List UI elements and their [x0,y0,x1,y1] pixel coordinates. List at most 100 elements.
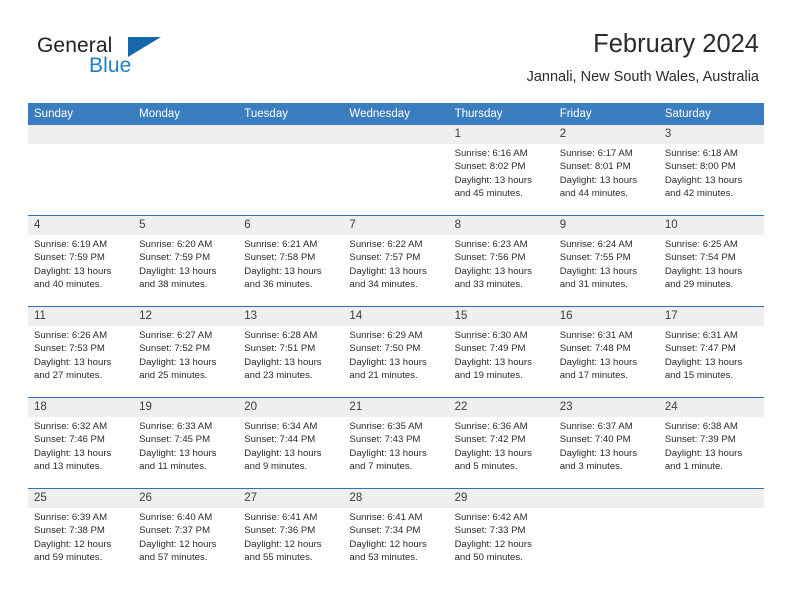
day-cell[interactable]: 8 Sunrise: 6:23 AM Sunset: 7:56 PM Dayli… [448,216,554,306]
sunrise-text: Sunrise: 6:41 AM [244,512,318,523]
day-cell[interactable]: 20 Sunrise: 6:34 AM Sunset: 7:44 PM Dayl… [238,398,344,488]
sunset-text: Sunset: 7:47 PM [664,343,736,355]
sunset-text: Sunset: 8:02 PM [454,161,526,173]
sunset-text: Sunset: 7:59 PM [34,252,105,264]
day-cell[interactable]: 18 Sunrise: 6:32 AM Sunset: 7:46 PM Dayl… [28,398,134,488]
daylight-text-line1: Daylight: 13 hours [454,356,532,368]
sunrise-text: Sunrise: 6:28 AM [244,330,318,341]
day-info: Sunrise: 6:35 AM Sunset: 7:43 PM Dayligh… [343,417,448,473]
day-cell[interactable]: 15 Sunrise: 6:30 AM Sunset: 7:49 PM Dayl… [448,307,554,397]
sunrise-text: Sunrise: 6:26 AM [34,330,108,341]
sunrise-text: Sunrise: 6:25 AM [664,239,738,250]
day-cell[interactable]: 23 Sunrise: 6:37 AM Sunset: 7:40 PM Dayl… [553,398,659,488]
day-cell[interactable] [343,125,449,215]
day-cell[interactable]: 28 Sunrise: 6:41 AM Sunset: 7:34 PM Dayl… [343,489,449,579]
logo-triangle-icon [128,37,161,57]
daylight-text-line1: Daylight: 13 hours [349,447,427,459]
day-number: 24 [658,398,764,417]
day-cell[interactable]: 2 Sunrise: 6:17 AM Sunset: 8:01 PM Dayli… [553,125,659,215]
day-cell[interactable]: 17 Sunrise: 6:31 AM Sunset: 7:47 PM Dayl… [658,307,764,397]
day-cell[interactable]: 21 Sunrise: 6:35 AM Sunset: 7:43 PM Dayl… [343,398,449,488]
daylight-text-line1: Daylight: 12 hours [454,538,532,550]
sunset-text: Sunset: 7:42 PM [454,434,526,446]
daylight-text-line2: and 1 minute. [664,460,723,472]
day-cell[interactable]: 7 Sunrise: 6:22 AM Sunset: 7:57 PM Dayli… [343,216,449,306]
daylight-text-line2: and 38 minutes. [139,278,208,290]
day-cell[interactable]: 1 Sunrise: 6:16 AM Sunset: 8:02 PM Dayli… [448,125,554,215]
day-info: Sunrise: 6:28 AM Sunset: 7:51 PM Dayligh… [238,326,343,382]
daylight-text-line2: and 59 minutes. [34,551,103,563]
day-info: Sunrise: 6:37 AM Sunset: 7:40 PM Dayligh… [554,417,659,473]
sunrise-text: Sunrise: 6:23 AM [454,239,528,250]
day-cell[interactable] [553,489,659,579]
day-info [343,144,448,147]
sunrise-text: Sunrise: 6:39 AM [34,512,108,523]
day-cell[interactable]: 4 Sunrise: 6:19 AM Sunset: 7:59 PM Dayli… [28,216,134,306]
day-cell[interactable]: 13 Sunrise: 6:28 AM Sunset: 7:51 PM Dayl… [238,307,344,397]
daylight-text-line1: Daylight: 13 hours [34,265,112,277]
day-number: 26 [133,489,239,508]
day-cell[interactable]: 14 Sunrise: 6:29 AM Sunset: 7:50 PM Dayl… [343,307,449,397]
daylight-text-line2: and 55 minutes. [244,551,313,563]
day-cell[interactable] [658,489,764,579]
day-cell[interactable] [133,125,239,215]
day-cell[interactable]: 27 Sunrise: 6:41 AM Sunset: 7:36 PM Dayl… [238,489,344,579]
weekday-header-row: Sunday Monday Tuesday Wednesday Thursday… [28,103,764,125]
daylight-text-line2: and 13 minutes. [34,460,103,472]
sunset-text: Sunset: 7:49 PM [454,343,526,355]
day-cell[interactable]: 11 Sunrise: 6:26 AM Sunset: 7:53 PM Dayl… [28,307,134,397]
day-cell[interactable] [238,125,344,215]
day-cell[interactable]: 16 Sunrise: 6:31 AM Sunset: 7:48 PM Dayl… [553,307,659,397]
day-number [553,489,659,508]
sunrise-text: Sunrise: 6:30 AM [454,330,528,341]
daylight-text-line2: and 7 minutes. [349,460,413,472]
day-info: Sunrise: 6:18 AM Sunset: 8:00 PM Dayligh… [659,144,764,200]
sunset-text: Sunset: 7:33 PM [454,525,526,537]
day-number: 5 [133,216,239,235]
daylight-text-line1: Daylight: 13 hours [244,265,322,277]
day-info: Sunrise: 6:21 AM Sunset: 7:58 PM Dayligh… [238,235,343,291]
day-number: 15 [448,307,554,326]
page-header: General Blue February 2024 Jannali, New … [33,28,759,96]
sunset-text: Sunset: 7:37 PM [139,525,211,537]
daylight-text-line2: and 42 minutes. [664,187,734,199]
day-number: 7 [343,216,449,235]
day-info: Sunrise: 6:34 AM Sunset: 7:44 PM Dayligh… [238,417,343,473]
day-number: 11 [28,307,134,326]
day-cell[interactable]: 5 Sunrise: 6:20 AM Sunset: 7:59 PM Dayli… [133,216,239,306]
day-number: 6 [238,216,344,235]
day-number [28,125,134,144]
day-cell[interactable]: 9 Sunrise: 6:24 AM Sunset: 7:55 PM Dayli… [553,216,659,306]
day-cell[interactable] [28,125,134,215]
daylight-text-line1: Daylight: 13 hours [559,356,638,368]
day-cell[interactable]: 24 Sunrise: 6:38 AM Sunset: 7:39 PM Dayl… [658,398,764,488]
daylight-text-line1: Daylight: 13 hours [664,447,743,459]
weekday-header-wednesday: Wednesday [349,108,410,120]
day-number [133,125,239,144]
day-number: 27 [238,489,344,508]
day-cell[interactable]: 6 Sunrise: 6:21 AM Sunset: 7:58 PM Dayli… [238,216,344,306]
daylight-text-line2: and 5 minutes. [454,460,518,472]
day-cell[interactable]: 12 Sunrise: 6:27 AM Sunset: 7:52 PM Dayl… [133,307,239,397]
sunrise-text: Sunrise: 6:31 AM [664,330,738,341]
daylight-text-line2: and 53 minutes. [349,551,418,563]
daylight-text-line1: Daylight: 13 hours [34,447,112,459]
sunset-text: Sunset: 7:45 PM [139,434,211,446]
day-info [28,144,133,147]
sunrise-text: Sunrise: 6:16 AM [454,148,528,159]
day-cell[interactable]: 10 Sunrise: 6:25 AM Sunset: 7:54 PM Dayl… [658,216,764,306]
daylight-text-line1: Daylight: 13 hours [454,265,532,277]
day-cell[interactable]: 29 Sunrise: 6:42 AM Sunset: 7:33 PM Dayl… [448,489,554,579]
day-cell[interactable]: 19 Sunrise: 6:33 AM Sunset: 7:45 PM Dayl… [133,398,239,488]
day-cell[interactable]: 26 Sunrise: 6:40 AM Sunset: 7:37 PM Dayl… [133,489,239,579]
day-info: Sunrise: 6:32 AM Sunset: 7:46 PM Dayligh… [28,417,133,473]
day-cell[interactable]: 3 Sunrise: 6:18 AM Sunset: 8:00 PM Dayli… [658,125,764,215]
general-blue-logo[interactable]: General Blue [33,34,263,90]
day-cell[interactable]: 22 Sunrise: 6:36 AM Sunset: 7:42 PM Dayl… [448,398,554,488]
sunrise-text: Sunrise: 6:27 AM [139,330,213,341]
daylight-text-line2: and 36 minutes. [244,278,313,290]
day-number: 23 [553,398,659,417]
day-cell[interactable]: 25 Sunrise: 6:39 AM Sunset: 7:38 PM Dayl… [28,489,134,579]
day-number: 10 [658,216,764,235]
sunset-text: Sunset: 8:00 PM [664,161,736,173]
